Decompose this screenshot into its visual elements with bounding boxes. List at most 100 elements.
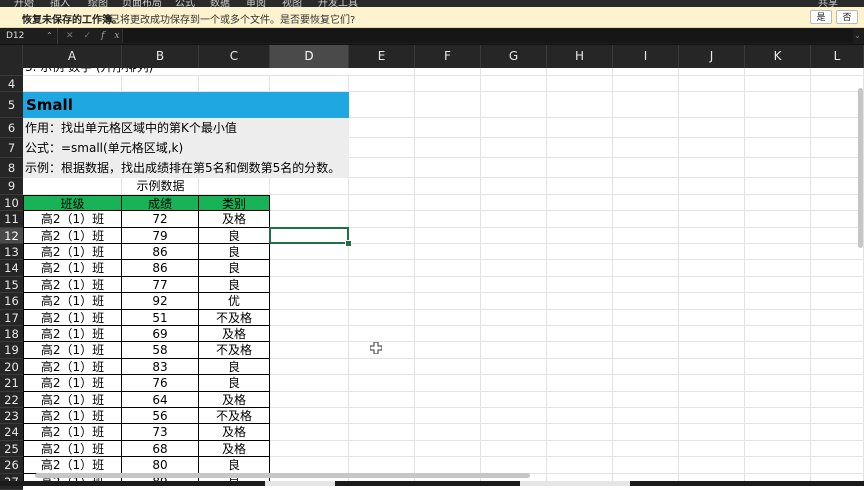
- ribbon-tab-6[interactable]: 审阅: [246, 0, 266, 7]
- row-header-14[interactable]: 14: [0, 260, 23, 277]
- ribbon-tab-2[interactable]: 绘图: [88, 0, 108, 7]
- ribbon-tab-3[interactable]: 页面布局: [122, 0, 162, 7]
- table-cell[interactable]: 高2（1）班: [23, 260, 122, 277]
- row-header-20[interactable]: 20: [0, 358, 23, 376]
- table-cell[interactable]: 56: [122, 408, 199, 425]
- sheet-tab[interactable]: [265, 481, 335, 486]
- fill-handle[interactable]: [345, 240, 352, 247]
- ribbon-tab-8[interactable]: 开发工具: [318, 0, 358, 7]
- name-box-dropdown-icon[interactable]: ⌃: [46, 28, 53, 44]
- table-cell[interactable]: 77: [122, 276, 199, 294]
- table-cell[interactable]: 高2（1）班: [23, 326, 122, 343]
- column-header-F[interactable]: F: [415, 45, 481, 68]
- column-header-H[interactable]: H: [547, 45, 613, 68]
- column-header-K[interactable]: K: [745, 45, 811, 68]
- table-cell[interactable]: 良: [199, 375, 270, 392]
- column-header-I[interactable]: I: [613, 45, 679, 68]
- sheet-title-cell[interactable]: Small: [23, 92, 349, 119]
- ribbon-tab-7[interactable]: 视图: [282, 0, 302, 7]
- select-all-corner[interactable]: [0, 45, 23, 68]
- description-line-2[interactable]: 公式：=small(单元格区域,k): [23, 138, 349, 159]
- table-cell[interactable]: 86: [122, 244, 199, 261]
- column-header-G[interactable]: G: [481, 45, 547, 68]
- row-header-24[interactable]: 24: [0, 424, 23, 441]
- description-line-3[interactable]: 示例：根据数据，找出成绩排在第5名和倒数第5名的分数。: [23, 158, 349, 179]
- row-header-16[interactable]: 16: [0, 293, 23, 310]
- table-cell[interactable]: 高2（1）班: [23, 408, 122, 425]
- table-cell[interactable]: 不及格: [199, 309, 270, 326]
- notice-no-button[interactable]: 否: [836, 10, 858, 24]
- row-header-22[interactable]: 22: [0, 391, 23, 408]
- formula-input[interactable]: [122, 29, 853, 43]
- row-header-6[interactable]: 6: [0, 118, 23, 139]
- notice-yes-button[interactable]: 是: [810, 10, 832, 24]
- row-header-13[interactable]: 13: [0, 244, 23, 261]
- table-cell[interactable]: 高2（1）班: [23, 440, 122, 458]
- table-cell[interactable]: 优: [199, 293, 270, 310]
- vertical-scrollbar[interactable]: [858, 88, 863, 248]
- table-cell[interactable]: 51: [122, 309, 199, 326]
- table-cell[interactable]: 高2（1）班: [23, 457, 122, 474]
- ribbon-tab-0[interactable]: 开始: [14, 0, 34, 7]
- row-header-15[interactable]: 15: [0, 276, 23, 294]
- cancel-icon[interactable]: ✕: [66, 31, 84, 41]
- table-cell[interactable]: 良: [199, 276, 270, 294]
- ribbon-tab-5[interactable]: 数据: [210, 0, 230, 7]
- table-cell[interactable]: 79: [122, 227, 199, 244]
- table-cell[interactable]: 高2（1）班: [23, 293, 122, 310]
- table-cell[interactable]: 80: [122, 457, 199, 474]
- column-header-B[interactable]: B: [122, 45, 199, 68]
- row-header-17[interactable]: 17: [0, 309, 23, 326]
- table-cell[interactable]: 不及格: [199, 342, 270, 359]
- column-header-J[interactable]: J: [679, 45, 745, 68]
- table-cell[interactable]: 及格: [199, 391, 270, 408]
- table-cell[interactable]: 良: [199, 457, 270, 474]
- example-caption-cell[interactable]: 示例数据: [122, 178, 199, 194]
- confirm-icon[interactable]: ✓: [84, 31, 102, 41]
- table-cell[interactable]: 高2（1）班: [23, 342, 122, 359]
- row-header-4[interactable]: 4: [0, 76, 23, 93]
- expand-formula-bar-icon[interactable]: ⌄: [854, 28, 861, 44]
- row-header-18[interactable]: 18: [0, 326, 23, 343]
- table-cell[interactable]: 及格: [199, 326, 270, 343]
- table-cell[interactable]: 良: [199, 244, 270, 261]
- row-header-19[interactable]: 19: [0, 342, 23, 359]
- table-cell[interactable]: 良: [199, 260, 270, 277]
- description-line-1[interactable]: 作用：找出单元格区域中的第K个最小值: [23, 118, 349, 139]
- table-cell[interactable]: 及格: [199, 424, 270, 441]
- share-button[interactable]: 共享: [818, 0, 838, 7]
- ribbon-tab-1[interactable]: 插入: [50, 0, 70, 7]
- table-cell[interactable]: 高2（1）班: [23, 424, 122, 441]
- table-cell[interactable]: 92: [122, 293, 199, 310]
- table-header-2[interactable]: 类别: [199, 194, 270, 212]
- horizontal-scrollbar[interactable]: [35, 473, 530, 478]
- table-cell[interactable]: 良: [199, 358, 270, 376]
- table-header-0[interactable]: 班级: [23, 194, 122, 212]
- row-header-12[interactable]: 12: [0, 227, 23, 244]
- row-header-25[interactable]: 25: [0, 440, 23, 458]
- table-cell[interactable]: 高2（1）班: [23, 227, 122, 244]
- table-cell[interactable]: 86: [122, 260, 199, 277]
- column-header-L[interactable]: L: [811, 45, 864, 68]
- column-header-C[interactable]: C: [199, 45, 270, 68]
- row-header-11[interactable]: 11: [0, 211, 23, 228]
- worksheet-grid[interactable]: 3. 示例 数字 (升序排列) Small作用：找出单元格区域中的第K个最小值公式…: [23, 68, 864, 486]
- table-cell[interactable]: 高2（1）班: [23, 358, 122, 376]
- table-header-1[interactable]: 成绩: [122, 194, 199, 212]
- row-header-8[interactable]: 8: [0, 158, 23, 179]
- table-cell[interactable]: 72: [122, 211, 199, 228]
- table-cell[interactable]: 69: [122, 326, 199, 343]
- row-header-7[interactable]: 7: [0, 138, 23, 159]
- table-cell[interactable]: 良: [199, 227, 270, 244]
- column-header-D[interactable]: D: [270, 45, 349, 68]
- partial-row-text[interactable]: 3. 示例 数字 (升序排列): [25, 68, 351, 75]
- table-cell[interactable]: 76: [122, 375, 199, 392]
- sheet-tab[interactable]: [520, 481, 630, 486]
- row-header-21[interactable]: 21: [0, 375, 23, 392]
- row-header-5[interactable]: 5: [0, 92, 23, 119]
- table-cell[interactable]: 高2（1）班: [23, 375, 122, 392]
- row-header-partial[interactable]: [0, 68, 23, 76]
- table-cell[interactable]: 不及格: [199, 408, 270, 425]
- active-cell-selection[interactable]: [269, 226, 349, 244]
- column-header-E[interactable]: E: [349, 45, 415, 68]
